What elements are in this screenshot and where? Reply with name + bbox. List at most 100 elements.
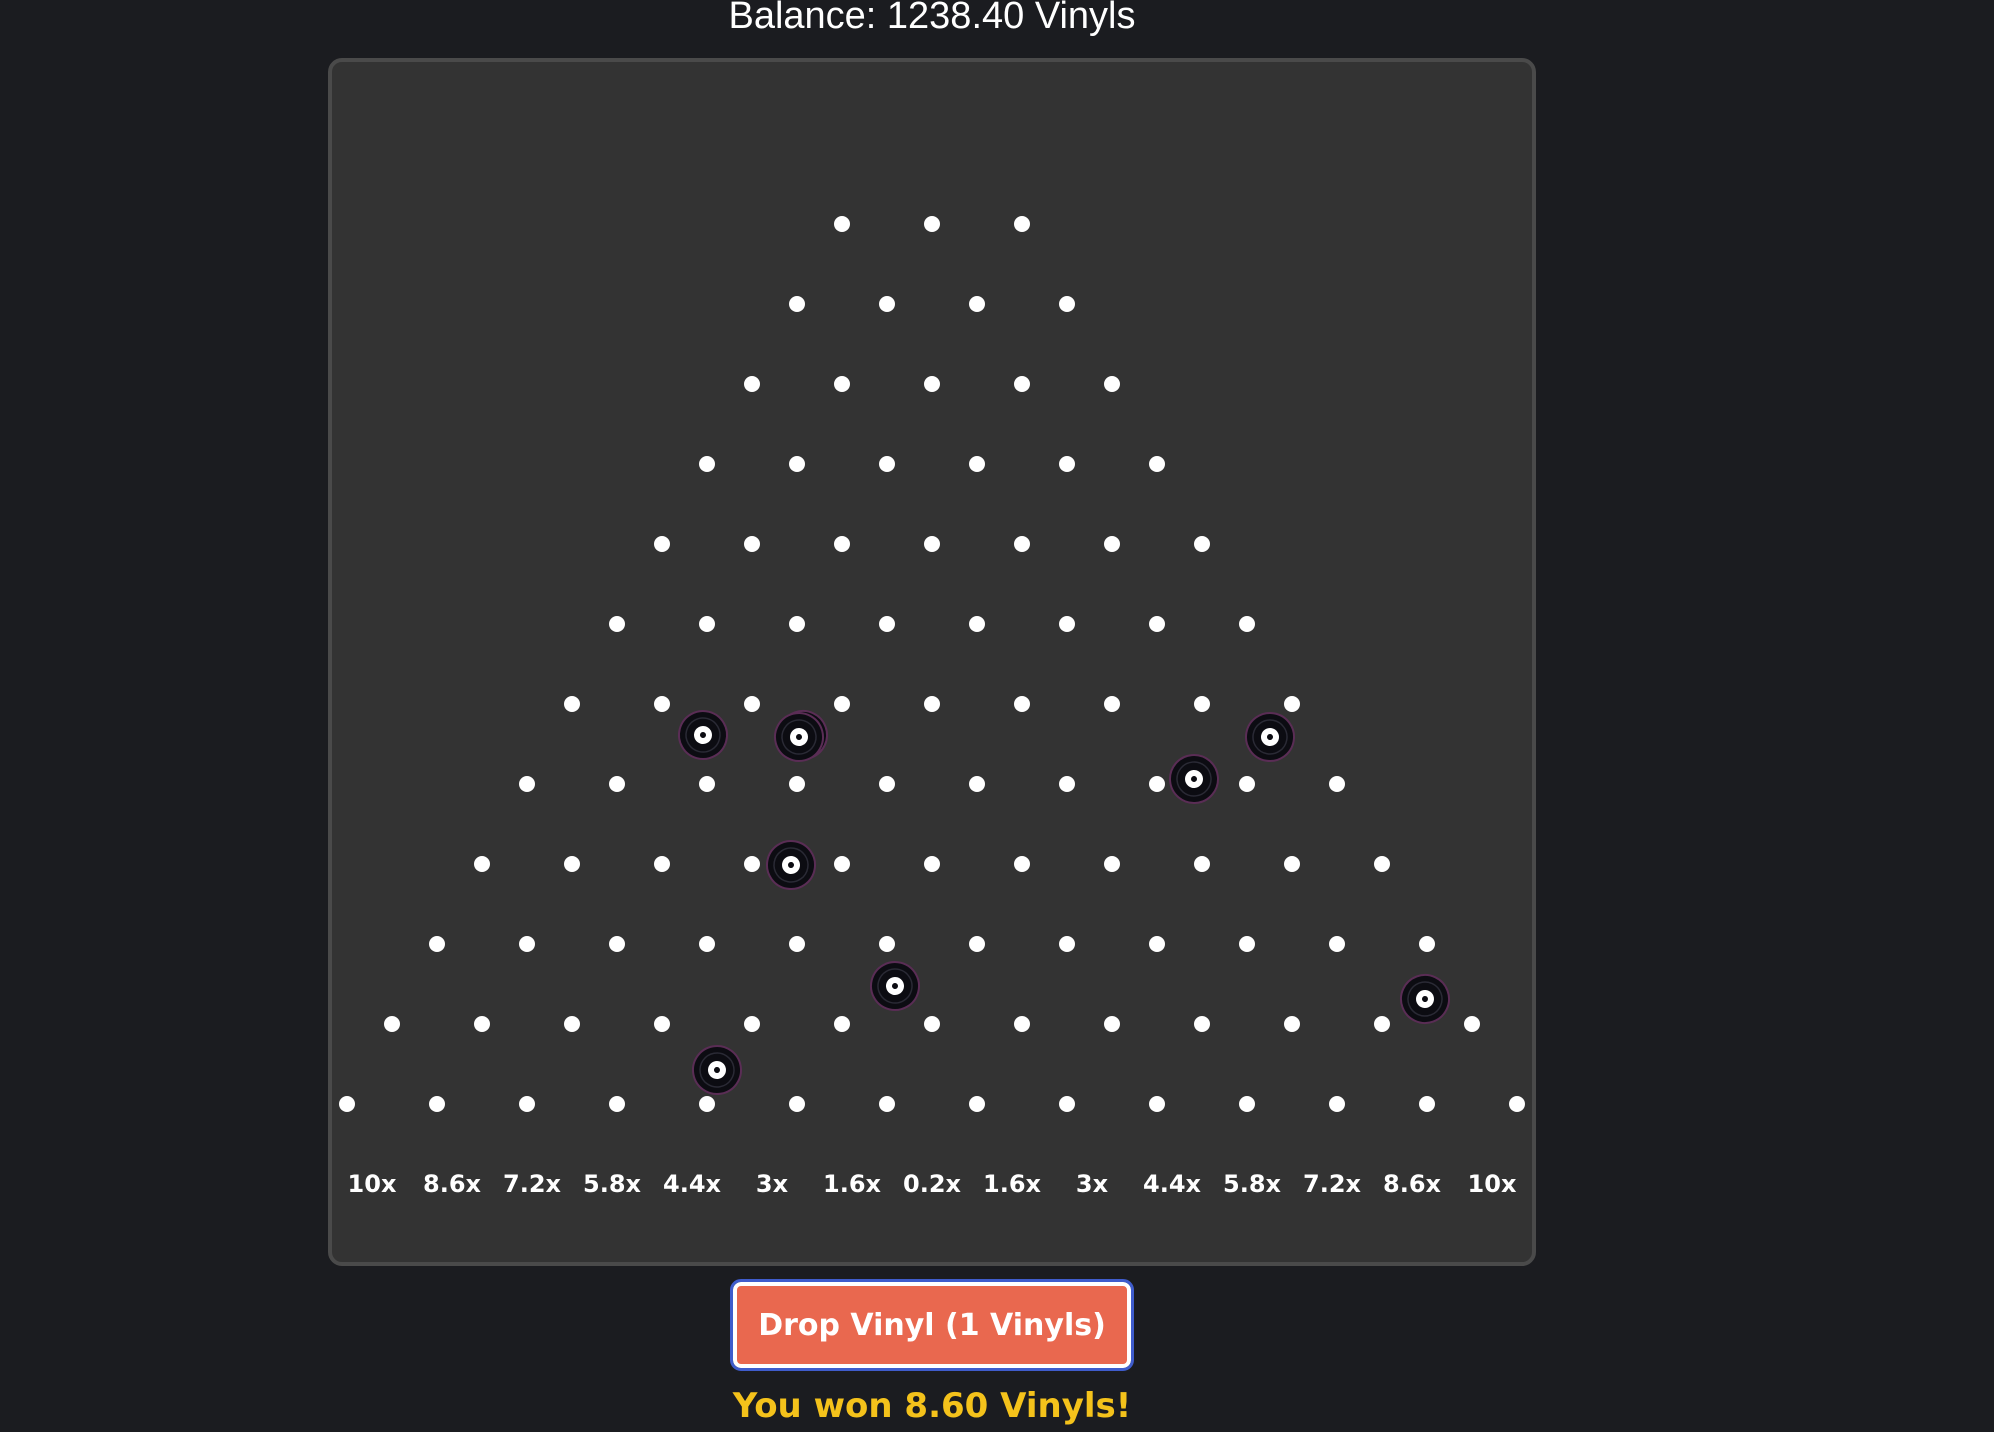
peg [654, 696, 670, 712]
peg [1419, 936, 1435, 952]
peg [1239, 936, 1255, 952]
peg [1464, 1016, 1480, 1032]
peg [1014, 1016, 1030, 1032]
peg [924, 856, 940, 872]
peg [1329, 776, 1345, 792]
peg [744, 856, 760, 872]
multiplier-label: 10x [348, 1170, 397, 1198]
peg [564, 856, 580, 872]
peg [1059, 456, 1075, 472]
peg [1419, 1096, 1435, 1112]
drop-vinyl-button[interactable]: Drop Vinyl (1 Vinyls) [730, 1279, 1134, 1371]
peg [924, 376, 940, 392]
peg [924, 536, 940, 552]
peg [699, 616, 715, 632]
peg [969, 616, 985, 632]
peg [789, 296, 805, 312]
multiplier-label: 3x [756, 1170, 789, 1198]
peg [1284, 696, 1300, 712]
vinyl-record [1400, 974, 1450, 1024]
peg [699, 936, 715, 952]
peg [744, 1016, 760, 1032]
peg-grid [339, 216, 1525, 1112]
peg [654, 856, 670, 872]
vinyl-record [692, 1045, 742, 1095]
falling-vinyls [678, 710, 1450, 1095]
peg [609, 776, 625, 792]
peg [1059, 1096, 1075, 1112]
peg [879, 296, 895, 312]
multiplier-label: 0.2x [903, 1170, 962, 1198]
plinko-board: 10x 8.6x 7.2x 5.8x 4.4x 3x 1.6x 0.2x 1.6x 3x 4.4x 5… [328, 58, 1536, 1266]
multiplier-label: 1.6x [823, 1170, 882, 1198]
peg [519, 936, 535, 952]
peg [969, 456, 985, 472]
peg [1239, 1096, 1255, 1112]
peg [969, 296, 985, 312]
multiplier-label: 7.2x [1303, 1170, 1362, 1198]
peg [1149, 616, 1165, 632]
multiplier-label: 10x [1468, 1170, 1517, 1198]
peg [474, 856, 490, 872]
peg [1284, 856, 1300, 872]
vinyl-record [766, 840, 816, 890]
multiplier-label: 4.4x [1143, 1170, 1202, 1198]
peg [1239, 776, 1255, 792]
peg [879, 456, 895, 472]
peg [744, 536, 760, 552]
multiplier-row: 10x 8.6x 7.2x 5.8x 4.4x 3x 1.6x 0.2x 1.6x 3x 4.4x 5… [348, 1170, 1517, 1198]
peg [1149, 936, 1165, 952]
peg [1374, 856, 1390, 872]
peg [834, 376, 850, 392]
peg [1059, 296, 1075, 312]
peg [474, 1016, 490, 1032]
peg [1059, 616, 1075, 632]
peg [1059, 776, 1075, 792]
peg [654, 536, 670, 552]
peg [1014, 856, 1030, 872]
peg [699, 1096, 715, 1112]
multiplier-label: 1.6x [983, 1170, 1042, 1198]
peg [924, 216, 940, 232]
multiplier-label: 3x [1076, 1170, 1109, 1198]
peg [789, 456, 805, 472]
peg [969, 936, 985, 952]
peg [969, 1096, 985, 1112]
peg [1194, 696, 1210, 712]
peg [1104, 1016, 1120, 1032]
peg [789, 1096, 805, 1112]
peg [879, 936, 895, 952]
peg [1014, 696, 1030, 712]
peg [1239, 616, 1255, 632]
peg [564, 696, 580, 712]
balance-display: Balance: 1238.40 Vinyls [728, 0, 1136, 37]
peg [1104, 696, 1120, 712]
peg [1284, 1016, 1300, 1032]
peg [789, 616, 805, 632]
peg [1014, 536, 1030, 552]
win-message: You won 8.60 Vinyls! [732, 1386, 1132, 1426]
peg [699, 776, 715, 792]
peg [1149, 456, 1165, 472]
peg [834, 1016, 850, 1032]
peg [834, 696, 850, 712]
peg [1149, 1096, 1165, 1112]
peg [879, 1096, 895, 1112]
peg [1149, 776, 1165, 792]
peg [564, 1016, 580, 1032]
board-canvas: 10x 8.6x 7.2x 5.8x 4.4x 3x 1.6x 0.2x 1.6x 3x 4.4x 5… [339, 216, 1525, 1198]
peg [609, 936, 625, 952]
peg [654, 1016, 670, 1032]
peg [1194, 1016, 1210, 1032]
peg [924, 696, 940, 712]
peg [429, 936, 445, 952]
peg [834, 536, 850, 552]
peg [384, 1016, 400, 1032]
peg [1194, 536, 1210, 552]
multiplier-label: 5.8x [583, 1170, 642, 1198]
vinyl-record [870, 961, 920, 1011]
plinko-app: Balance: 1238.40 Vinyls 10x 8.6x 7.2x 5.8x 4… [0, 0, 1994, 1432]
peg [744, 376, 760, 392]
peg [1329, 1096, 1345, 1112]
peg [789, 936, 805, 952]
